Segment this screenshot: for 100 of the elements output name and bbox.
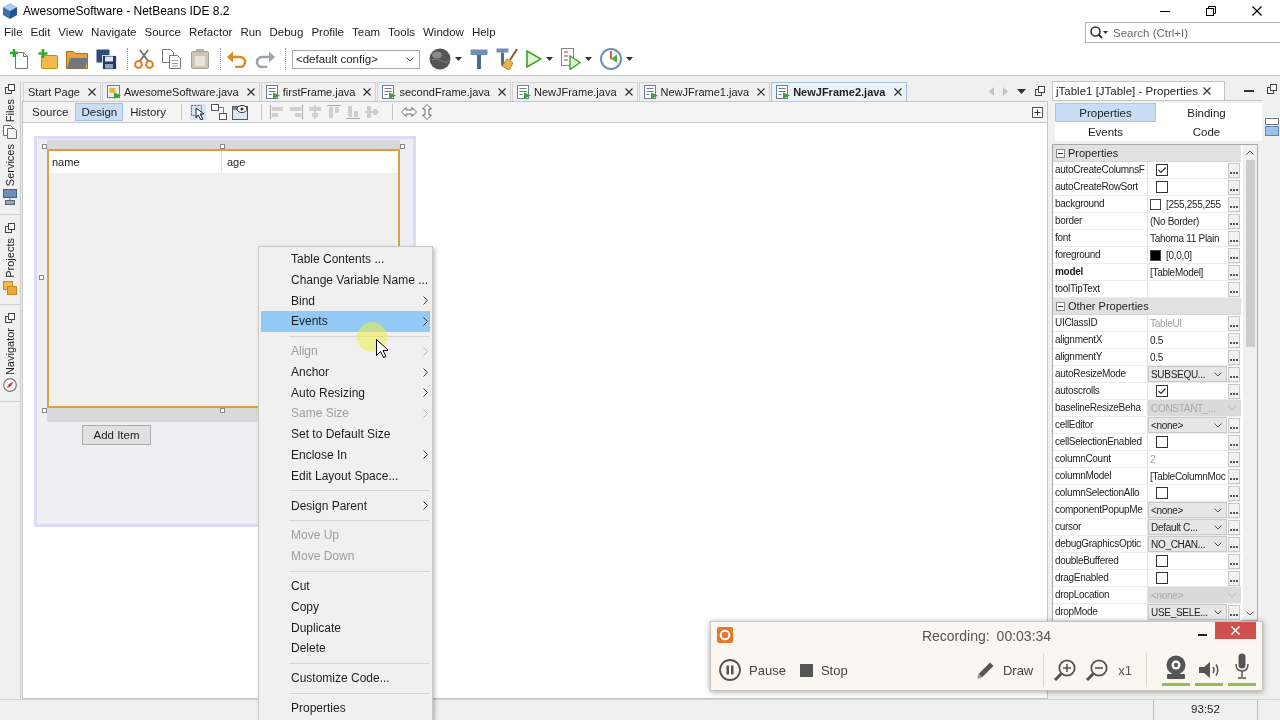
close-icon[interactable] [363, 88, 372, 96]
property-dropdown[interactable]: SUBSEQU... [1148, 366, 1227, 382]
menu-item[interactable]: Window [418, 23, 468, 42]
property-dropdown[interactable]: <none> [1148, 417, 1227, 433]
menu-item[interactable]: Help [467, 23, 500, 42]
menu-item[interactable]: Source [140, 23, 185, 42]
restore-window-icon[interactable] [5, 313, 15, 324]
menu-item[interactable]: Set to Default Size [261, 423, 430, 445]
clipboard-icon[interactable] [190, 49, 210, 69]
editor-tab[interactable]: NewJFrame2.java [771, 82, 907, 101]
properties-tab[interactable]: Binding [1156, 103, 1257, 122]
menu-item[interactable]: Profile [307, 23, 348, 42]
ellipsis-button[interactable] [1228, 248, 1240, 263]
checkbox[interactable] [1156, 436, 1168, 448]
close-button[interactable] [1215, 622, 1256, 639]
connection-mode-icon[interactable] [211, 104, 228, 120]
ellipsis-button[interactable] [1228, 350, 1240, 365]
section-header[interactable]: Properties [1053, 145, 1241, 162]
close-icon[interactable] [893, 88, 902, 96]
view-tab[interactable]: Design [75, 103, 124, 121]
close-icon[interactable] [246, 88, 255, 96]
caret-icon[interactable] [626, 57, 633, 61]
side-panel-tab[interactable]: Services [3, 144, 17, 206]
hammer-icon[interactable] [470, 49, 488, 69]
property-dropdown[interactable]: Default C... [1148, 519, 1227, 535]
close-icon[interactable] [498, 88, 506, 96]
ellipsis-button[interactable] [1228, 469, 1240, 484]
search-icon[interactable] [1090, 26, 1108, 40]
section-header[interactable]: Other Properties [1053, 298, 1241, 315]
scissors-icon[interactable] [134, 49, 154, 69]
properties-tab[interactable]: Events [1055, 122, 1156, 141]
view-tab[interactable]: History [124, 103, 173, 121]
menu-item[interactable]: Edit [26, 23, 55, 42]
ellipsis-button[interactable] [1228, 418, 1240, 433]
menu-item[interactable]: Edit Layout Space... [261, 465, 430, 486]
view-tab[interactable]: Source [26, 103, 75, 121]
hammer-broom-icon[interactable] [496, 48, 518, 70]
plus-square-icon[interactable] [1032, 106, 1043, 118]
property-dropdown[interactable]: NO_CHAN... [1148, 536, 1227, 552]
column-header[interactable]: age [222, 151, 398, 173]
close-icon[interactable] [624, 88, 633, 96]
redo-icon[interactable] [255, 50, 275, 68]
ellipsis-button[interactable] [1228, 333, 1240, 348]
property-dropdown[interactable]: <none> [1148, 502, 1227, 518]
ellipsis-button[interactable] [1228, 452, 1240, 467]
checkbox[interactable] [1156, 572, 1168, 584]
restore-window-icon[interactable] [5, 223, 15, 234]
preview-design-icon[interactable] [232, 104, 249, 120]
editor-tab[interactable]: firstFrame.java [260, 82, 377, 101]
caret-icon[interactable] [546, 57, 553, 61]
copy-icon[interactable] [162, 49, 182, 69]
menu-item[interactable]: Customize Code... [261, 667, 430, 689]
scroll-up-icon[interactable] [1246, 150, 1254, 155]
ellipsis-button[interactable] [1228, 605, 1240, 620]
new-file-icon[interactable] [10, 49, 30, 69]
ellipsis-button[interactable] [1228, 537, 1240, 552]
side-panel-tab[interactable]: Projects [3, 238, 17, 296]
folders-icon[interactable] [3, 281, 17, 296]
checkbox[interactable] [1156, 164, 1168, 176]
profile-icon[interactable] [600, 48, 622, 70]
menu-item[interactable]: Delete [261, 637, 430, 659]
menu-item[interactable]: Enclose In [261, 444, 430, 466]
dropdown-icon[interactable] [1017, 88, 1026, 94]
resize-handle[interactable] [42, 144, 47, 149]
pause-button[interactable]: Pause [719, 659, 786, 681]
menu-item[interactable]: Cut [261, 575, 430, 597]
menu-item[interactable]: Tools [384, 23, 419, 42]
editor-tab[interactable]: Start Page [23, 82, 101, 101]
ellipsis-button[interactable] [1228, 265, 1240, 280]
save-all-icon[interactable] [96, 48, 117, 70]
close-icon[interactable] [88, 88, 96, 96]
menu-item[interactable]: Refactor [184, 23, 237, 42]
restore-icon[interactable] [1206, 6, 1216, 16]
ellipsis-button[interactable] [1228, 520, 1240, 535]
globe-icon[interactable] [429, 48, 451, 70]
ellipsis-button[interactable] [1228, 503, 1240, 518]
ellipsis-button[interactable] [1228, 367, 1240, 382]
menu-item[interactable]: Run [236, 23, 266, 42]
webcam-toggle[interactable] [1162, 654, 1190, 686]
checkbox[interactable] [1156, 385, 1168, 397]
collapse-icon[interactable] [1056, 148, 1065, 158]
caret-icon[interactable] [455, 57, 462, 61]
zoom-out-icon[interactable] [1086, 659, 1109, 681]
property-dropdown[interactable]: USE_SELE... [1148, 604, 1227, 620]
checkbox[interactable] [1156, 181, 1168, 193]
ellipsis-button[interactable] [1228, 231, 1240, 246]
menu-item[interactable]: Design Parent [261, 495, 430, 516]
checkbox[interactable] [1156, 487, 1168, 499]
resize-handle[interactable] [400, 144, 405, 149]
side-panel-tab[interactable]: Files [3, 99, 17, 140]
editor-tab[interactable]: NewJFrame.java [512, 82, 638, 101]
scroll-thumb[interactable] [1245, 160, 1255, 347]
stop-button[interactable]: Stop [799, 662, 848, 678]
close-icon[interactable] [1252, 6, 1262, 16]
config-dropdown[interactable]: <default config> [292, 49, 420, 69]
zoom-in-icon[interactable] [1054, 659, 1077, 681]
menu-item[interactable]: Events [261, 311, 430, 332]
ellipsis-button[interactable] [1228, 180, 1240, 195]
ellipsis-button[interactable] [1228, 554, 1240, 569]
palette-icon[interactable] [1265, 118, 1279, 136]
